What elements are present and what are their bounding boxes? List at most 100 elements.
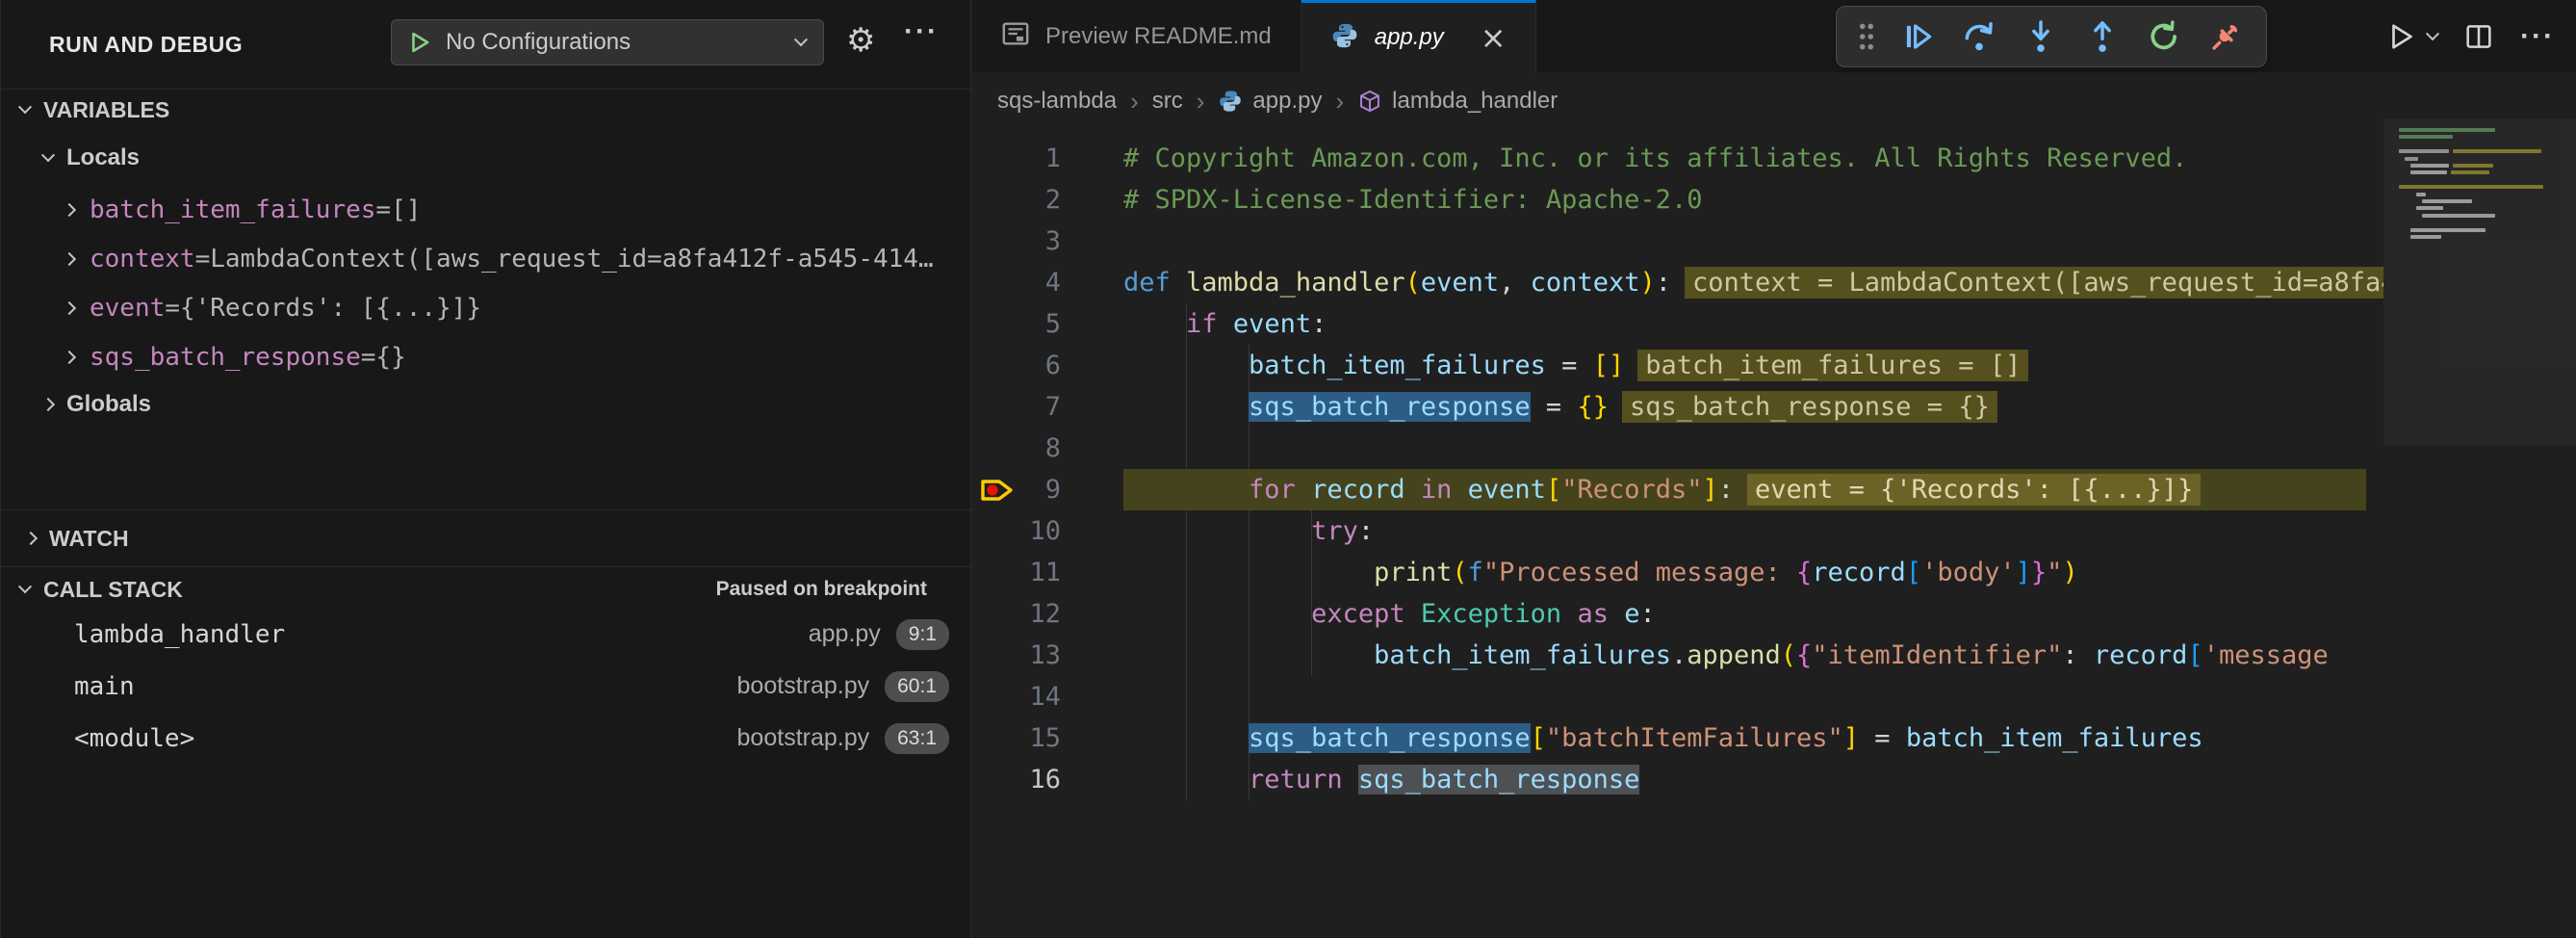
code-line-11[interactable]: 11 print(f"Processed message: {record['b… (972, 552, 2383, 593)
code-line-16[interactable]: 16 return sqs_batch_response (972, 759, 2383, 800)
variables-scope-globals[interactable]: Globals (43, 383, 948, 426)
disconnect-button[interactable] (2199, 12, 2253, 62)
gutter-line-7[interactable]: 7 (972, 386, 1123, 428)
code-line-4[interactable]: 4def lambda_handler(event, context):cont… (972, 262, 2383, 303)
code-line-10[interactable]: 10 try: (972, 510, 2383, 552)
code-line-3[interactable]: 3 (972, 221, 2383, 262)
start-debugging-icon[interactable] (407, 30, 432, 55)
call-stack-section-header[interactable]: CALL STACK Paused on breakpoint (20, 568, 952, 611)
gutter-line-16[interactable]: 16 (972, 759, 1123, 800)
gutter-line-6[interactable]: 6 (972, 345, 1123, 386)
gutter-line-4[interactable]: 4 (972, 262, 1123, 303)
code-line-content[interactable] (1123, 221, 2383, 262)
minimap-code-line (2416, 193, 2426, 196)
code-line-13[interactable]: 13 batch_item_failures.append({"itemIden… (972, 635, 2383, 676)
code-line-content[interactable]: batch_item_failures = []batch_item_failu… (1123, 345, 2383, 386)
code-line-content[interactable]: def lambda_handler(event, context):conte… (1123, 262, 2383, 303)
code-editor[interactable]: 1# Copyright Amazon.com, Inc. or its aff… (972, 130, 2383, 938)
step-into-button[interactable] (2014, 12, 2068, 62)
code-line-7[interactable]: 7 sqs_batch_response = {}sqs_batch_respo… (972, 386, 2383, 428)
code-line-8[interactable]: 8 (972, 428, 2383, 469)
variables-scope-locals[interactable]: Locals (43, 137, 948, 179)
variable-row[interactable]: context = LambdaContext([aws_request_id=… (64, 234, 960, 283)
code-line-content[interactable]: if event: (1123, 303, 2383, 345)
gutter-line-12[interactable]: 12 (972, 593, 1123, 635)
step-over-button[interactable] (1952, 12, 2006, 62)
code-line-content[interactable]: return sqs_batch_response (1123, 759, 2383, 800)
breadcrumb-file[interactable]: app.py (1218, 88, 1322, 115)
code-line-content[interactable]: print(f"Processed message: {record['body… (1123, 552, 2383, 593)
breadcrumb-symbol[interactable]: lambda_handler (1357, 88, 1558, 115)
split-editor-button[interactable] (2455, 10, 2503, 64)
sidebar-more-actions-button[interactable]: ··· (904, 15, 939, 48)
restart-button[interactable] (2137, 12, 2191, 62)
code-token: if (1186, 309, 1233, 339)
run-dropdown-chevron-icon[interactable] (2426, 27, 2439, 40)
drag-handle-icon[interactable] (1850, 12, 1883, 62)
minimap-slider[interactable] (2383, 118, 2576, 446)
minimap-code-line (2410, 228, 2486, 232)
code-line-content[interactable]: try: (1123, 510, 2383, 552)
gutter-line-11[interactable]: 11 (972, 552, 1123, 593)
minimap[interactable] (2383, 72, 2576, 938)
chevron-right-icon[interactable] (64, 300, 76, 314)
editor-more-actions-button[interactable]: ··· (2512, 10, 2563, 64)
code-line-content[interactable]: # SPDX-License-Identifier: Apache-2.0 (1123, 179, 2383, 221)
code-token: ( (1781, 640, 1796, 670)
gutter-line-3[interactable]: 3 (972, 221, 1123, 262)
variable-row[interactable]: event = {'Records': [{...}]} (64, 283, 960, 332)
code-line-12[interactable]: 12 except Exception as e: (972, 593, 2383, 635)
code-token: = (1859, 723, 1906, 753)
code-token: { (1796, 640, 1812, 670)
code-line-content[interactable]: sqs_batch_response = {}sqs_batch_respons… (1123, 386, 2383, 428)
gear-icon[interactable]: ⚙ (846, 21, 875, 60)
gutter-line-14[interactable]: 14 (972, 676, 1123, 717)
continue-button[interactable] (1891, 12, 1945, 62)
stack-frame-row[interactable]: main bootstrap.py60:1 (1, 661, 972, 712)
variables-section-header[interactable]: VARIABLES (20, 89, 954, 131)
code-line-6[interactable]: 6 batch_item_failures = []batch_item_fai… (972, 345, 2383, 386)
code-line-content[interactable]: for record in event["Records"]:event = {… (1123, 469, 2366, 510)
code-line-5[interactable]: 5 if event: (972, 303, 2383, 345)
watch-section-header[interactable]: WATCH (26, 511, 950, 565)
gutter-line-9[interactable]: 9 (972, 469, 1123, 510)
chevron-right-icon[interactable] (64, 251, 76, 265)
variable-row[interactable]: sqs_batch_response = {} (64, 332, 960, 381)
tab-preview-readme[interactable]: Preview README.md (972, 0, 1301, 72)
debug-configuration-dropdown[interactable]: No Configurations (391, 19, 824, 65)
gutter-line-15[interactable]: 15 (972, 717, 1123, 759)
code-line-content[interactable]: except Exception as e: (1123, 593, 2383, 635)
code-line-content[interactable]: batch_item_failures.append({"itemIdentif… (1123, 635, 2383, 676)
code-line-2[interactable]: 2# SPDX-License-Identifier: Apache-2.0 (972, 179, 2383, 221)
code-line-15[interactable]: 15 sqs_batch_response["batchItemFailures… (972, 717, 2383, 759)
chevron-right-icon[interactable] (64, 350, 76, 363)
code-line-content[interactable]: # Copyright Amazon.com, Inc. or its affi… (1123, 138, 2383, 179)
stack-frame-row[interactable]: <module> bootstrap.py63:1 (1, 713, 972, 764)
close-tab-icon[interactable]: × (1481, 22, 1507, 53)
breadcrumb-folder[interactable]: sqs-lambda (997, 88, 1117, 115)
gutter-line-2[interactable]: 2 (972, 179, 1123, 221)
code-token: record (2094, 640, 2188, 670)
step-out-button[interactable] (2075, 12, 2129, 62)
code-line-9[interactable]: 9 for record in event["Records"]:event =… (972, 469, 2383, 510)
variable-row[interactable]: batch_item_failures = [] (64, 185, 960, 234)
chevron-right-icon[interactable] (64, 202, 76, 216)
line-number: 14 (1029, 676, 1061, 717)
code-line-1[interactable]: 1# Copyright Amazon.com, Inc. or its aff… (972, 138, 2383, 179)
run-python-file-button[interactable] (2376, 10, 2445, 64)
code-line-content[interactable] (1123, 428, 2383, 469)
gutter-line-8[interactable]: 8 (972, 428, 1123, 469)
gutter-line-5[interactable]: 5 (972, 303, 1123, 345)
code-token: "Records" (1561, 475, 1702, 505)
code-line-content[interactable] (1123, 676, 2383, 717)
code-token: : (1358, 516, 1374, 546)
breadcrumb-folder[interactable]: src (1152, 88, 1183, 115)
code-line-14[interactable]: 14 (972, 676, 2383, 717)
gutter-line-10[interactable]: 10 (972, 510, 1123, 552)
code-line-content[interactable]: sqs_batch_response["batchItemFailures"] … (1123, 717, 2383, 759)
gutter-line-13[interactable]: 13 (972, 635, 1123, 676)
tab-app-py[interactable]: app.py × (1301, 0, 1536, 72)
stack-frame-row[interactable]: lambda_handler app.py9:1 (1, 609, 972, 660)
inline-debug-value: event = {'Records': [{...}]} (1747, 474, 2201, 506)
gutter-line-1[interactable]: 1 (972, 138, 1123, 179)
